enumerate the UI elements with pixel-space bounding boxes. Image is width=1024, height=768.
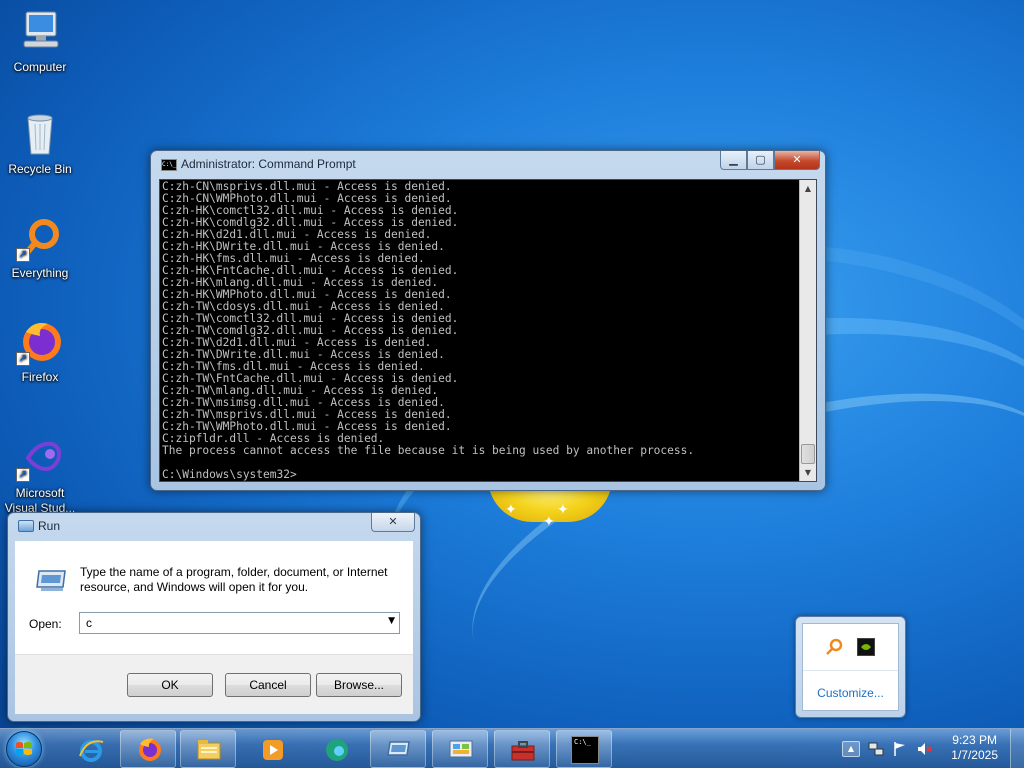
taskbar: C:\_ ▲ 9:23 PM 1/7/2025 <box>0 728 1024 768</box>
scroll-thumb[interactable] <box>801 444 815 464</box>
control-panel-icon <box>449 740 473 758</box>
desktop-icon-label: Firefox <box>21 370 59 384</box>
desktop-icon-recycle-bin[interactable]: Recycle Bin <box>1 110 79 176</box>
cmd-scrollbar[interactable]: ▲ ▼ <box>799 180 816 481</box>
clock-time: 9:23 PM <box>952 733 997 747</box>
browse-button[interactable]: Browse... <box>316 673 402 697</box>
close-button[interactable]: ✕ <box>371 513 415 532</box>
customize-link[interactable]: Customize... <box>803 686 898 700</box>
nvidia-tray-icon[interactable] <box>857 638 875 656</box>
run-dialog[interactable]: Run ✕ Type the name of a program, folder… <box>7 512 421 722</box>
media-player-icon <box>263 740 283 760</box>
edge-icon <box>326 739 348 761</box>
run-titlebar[interactable]: Run ✕ <box>8 513 420 539</box>
cmd-title-icon: C:\_ <box>161 159 177 171</box>
volume-muted-icon[interactable] <box>916 741 932 757</box>
cmd-console[interactable]: C:zh-CN\msprivs.dll.mui - Access is deni… <box>159 179 817 482</box>
desktop-icon-label: Everything <box>11 266 69 280</box>
firefox-icon: ↗ <box>16 318 64 366</box>
taskbar-command-prompt[interactable]: C:\_ <box>556 730 612 768</box>
network-icon[interactable] <box>868 741 884 757</box>
chevron-down-icon[interactable]: ▼ <box>388 616 395 626</box>
run-title: Run <box>38 519 61 533</box>
run-app-icon <box>35 567 69 593</box>
ok-button[interactable]: OK <box>127 673 213 697</box>
close-button[interactable]: ✕ <box>774 151 820 170</box>
cmd-output: C:zh-CN\msprivs.dll.mui - Access is deni… <box>162 181 796 481</box>
clock-date: 1/7/2025 <box>951 748 998 762</box>
start-button[interactable] <box>6 731 42 767</box>
show-hidden-icons-button[interactable]: ▲ <box>842 741 860 757</box>
notification-area-overflow: Customize... <box>795 616 906 718</box>
minimize-button[interactable]: ▁ <box>720 151 747 170</box>
show-desktop-button[interactable] <box>1010 729 1024 768</box>
shortcut-arrow-icon: ↗ <box>16 248 30 262</box>
console-line: C:\Windows\system32> <box>162 468 297 481</box>
run-icon <box>387 741 410 756</box>
desktop-icon-label: Recycle Bin <box>8 162 72 176</box>
sparkle-icon: ✦ <box>557 502 569 518</box>
taskbar-run[interactable] <box>370 730 426 768</box>
command-prompt-icon: C:\_ <box>571 736 599 764</box>
console-line: The process cannot access the file becau… <box>162 444 695 457</box>
taskbar-media-player[interactable] <box>244 730 300 768</box>
desktop-icon-computer[interactable]: Computer <box>1 8 79 74</box>
run-button-bar: OK Cancel Browse... <box>15 654 413 714</box>
taskbar-internet-explorer[interactable] <box>62 730 118 768</box>
taskbar-firefox[interactable] <box>120 730 176 768</box>
desktop-icon-everything[interactable]: ↗ Everything <box>1 214 79 280</box>
sparkle-icon: ✦ <box>543 514 555 530</box>
desktop-icon-firefox[interactable]: ↗ Firefox <box>1 318 79 384</box>
command-prompt-window[interactable]: C:\_ Administrator: Command Prompt ▁ ▢ ✕… <box>150 150 826 491</box>
everything-icon: ↗ <box>16 214 64 262</box>
sparkle-icon: ✦ <box>505 502 517 518</box>
internet-explorer-icon <box>79 740 104 762</box>
maximize-button[interactable]: ▢ <box>747 151 774 170</box>
taskbar-file-explorer[interactable] <box>180 730 236 768</box>
windows-logo-icon <box>16 742 32 755</box>
file-explorer-icon <box>197 740 221 760</box>
system-clock[interactable]: 9:23 PM 1/7/2025 <box>951 733 998 763</box>
everything-tray-icon[interactable] <box>825 638 843 656</box>
taskbar-toolbox[interactable] <box>494 730 550 768</box>
run-title-icon <box>18 520 34 532</box>
action-center-flag-icon[interactable] <box>892 741 908 757</box>
scroll-up-icon[interactable]: ▲ <box>800 180 816 197</box>
taskbar-edge[interactable] <box>308 730 364 768</box>
open-label: Open: <box>29 617 62 631</box>
recycle-bin-icon <box>16 110 64 158</box>
shortcut-arrow-icon: ↗ <box>16 468 30 482</box>
taskbar-control-panel[interactable] <box>432 730 488 768</box>
desktop-icon-visual-studio[interactable]: ↗ Microsoft Visual Stud... <box>1 434 79 516</box>
computer-icon <box>16 8 64 56</box>
open-combobox[interactable]: c ▼ <box>79 612 400 634</box>
scroll-down-icon[interactable]: ▼ <box>800 464 816 481</box>
cancel-button[interactable]: Cancel <box>225 673 311 697</box>
open-input[interactable]: c <box>86 616 92 630</box>
run-description: Type the name of a program, folder, docu… <box>80 565 388 594</box>
cmd-title: Administrator: Command Prompt <box>181 157 356 171</box>
shortcut-arrow-icon: ↗ <box>16 352 30 366</box>
desktop-icon-label: Computer <box>13 60 67 74</box>
cmd-titlebar[interactable]: C:\_ Administrator: Command Prompt ▁ ▢ ✕ <box>151 151 825 177</box>
visual-studio-icon: ↗ <box>16 434 64 482</box>
toolbox-icon <box>511 741 535 761</box>
run-content: Type the name of a program, folder, docu… <box>15 541 413 714</box>
firefox-icon <box>139 738 161 761</box>
